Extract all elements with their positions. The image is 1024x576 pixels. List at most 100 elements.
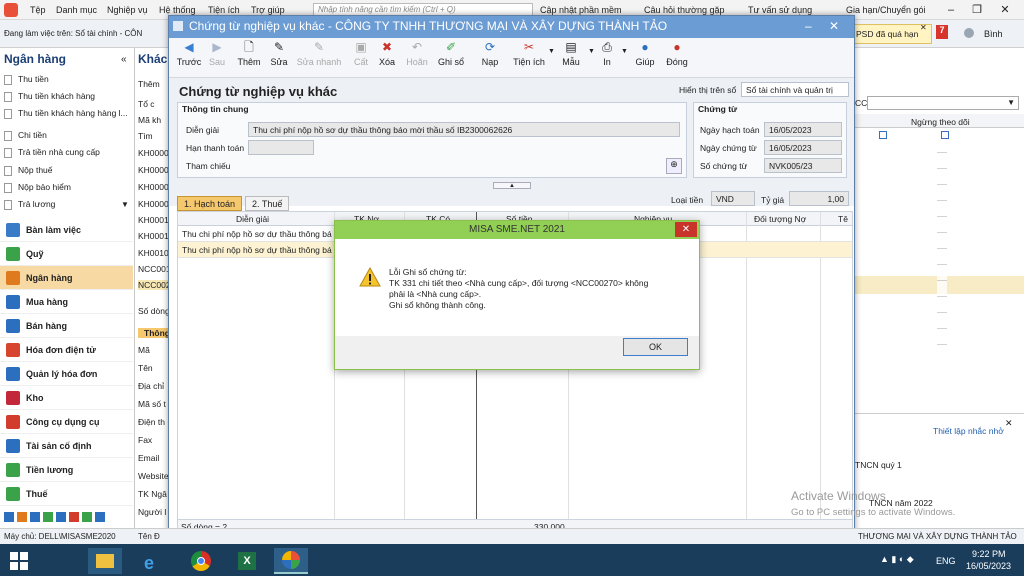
module-cash[interactable]: Quỹ — [0, 242, 133, 266]
close-notice-icon[interactable]: ✕ — [920, 23, 927, 32]
module-salary[interactable]: Tiền lương — [0, 458, 133, 482]
close-reminder-icon[interactable]: ✕ — [1005, 418, 1013, 429]
shortcut-icon[interactable] — [82, 512, 92, 522]
menu-file[interactable]: Tệp — [30, 5, 46, 15]
faq-link[interactable]: Câu hỏi thường gặp — [644, 5, 724, 15]
zoom-icon[interactable]: ⊕ — [666, 158, 682, 174]
filter-checkbox[interactable] — [879, 131, 887, 139]
list-item[interactable]: KH0001 — [138, 231, 169, 241]
excel-icon[interactable]: X — [230, 548, 264, 574]
module-purchase[interactable]: Mua hàng — [0, 290, 133, 314]
list-item[interactable]: KH0001 — [138, 215, 169, 225]
language-indicator[interactable]: ENG — [936, 556, 956, 566]
close-button[interactable]: ● Đóng — [657, 40, 697, 67]
close-icon[interactable]: ✕ — [829, 19, 839, 33]
module-tools[interactable]: Công cụ dụng cụ — [0, 410, 133, 434]
shortcut-icon[interactable] — [43, 512, 53, 522]
reminder-settings-link[interactable]: Thiết lập nhắc nhở — [933, 426, 1004, 436]
org-radio[interactable]: Tổ c — [138, 99, 155, 109]
shortcut-icon[interactable] — [17, 512, 27, 522]
tab-accounting[interactable]: 1. Hạch toán — [177, 196, 243, 211]
scroll-down-icon[interactable]: ▼ — [121, 200, 129, 209]
shortcut-icon[interactable] — [95, 512, 105, 522]
currency-select[interactable]: VND — [711, 191, 755, 206]
menu-operations[interactable]: Nghiệp vụ — [107, 5, 148, 15]
filter-checkbox[interactable] — [941, 131, 949, 139]
ledger-select[interactable]: Sổ tài chính và quản trị — [741, 82, 849, 97]
clock-time[interactable]: 9:22 PM — [972, 549, 1006, 559]
consult-link[interactable]: Tư vấn sử dụng — [748, 5, 812, 15]
reload-button[interactable]: ⟳ Nạp — [470, 40, 510, 67]
module-fixed-assets[interactable]: Tài sản cố định — [0, 434, 133, 458]
shortcut-icon[interactable] — [56, 512, 66, 522]
module-e-invoice[interactable]: Hóa đơn điện tử — [0, 338, 133, 362]
renew-link[interactable]: Gia hạn/Chuyển gói — [846, 5, 926, 15]
arrow-right-icon: ▶ — [212, 40, 222, 54]
submenu-salary[interactable]: Trả lương — [4, 199, 55, 210]
posting-date-field[interactable]: 16/05/2023 — [764, 122, 842, 137]
tray-icons[interactable]: ▲ ▮ ◐ ◆ — [880, 554, 914, 565]
template-button[interactable]: ▤ Mẫu — [551, 40, 591, 67]
module-bank[interactable]: Ngân hàng — [0, 266, 133, 290]
clock-date[interactable]: 16/05/2023 — [966, 561, 1011, 571]
submenu-customer-receipt[interactable]: Thu tiền khách hàng — [4, 91, 95, 102]
ie-icon[interactable]: e — [136, 548, 170, 574]
search-field[interactable]: Tìm — [138, 131, 153, 141]
minimize-icon[interactable]: – — [938, 0, 964, 20]
col-debit-object[interactable]: Đối tượng Nợ — [754, 214, 806, 224]
menu-catalog[interactable]: Danh mục — [56, 5, 97, 15]
collapse-form-icon[interactable]: ▲ — [493, 182, 531, 189]
menu-help[interactable]: Trợ giúp — [251, 5, 285, 15]
maximize-icon[interactable]: ❐ — [964, 0, 990, 20]
tab-tax[interactable]: 2. Thuế — [245, 196, 290, 211]
list-item[interactable]: KH0000 — [138, 165, 169, 175]
col-name[interactable]: Tê — [838, 214, 848, 224]
submenu-payment[interactable]: Chi tiền — [4, 130, 47, 141]
module-invoice-mgmt[interactable]: Quản lý hóa đơn — [0, 362, 133, 386]
list-item[interactable]: NCC001 — [138, 264, 171, 274]
close-icon[interactable]: ✕ — [675, 222, 697, 237]
file-explorer-icon[interactable] — [88, 548, 122, 574]
collapse-icon[interactable]: « — [121, 54, 127, 65]
submenu-batch-receipt[interactable]: Thu tiền khách hàng hàng l... — [4, 108, 128, 119]
chrome-icon[interactable] — [184, 548, 218, 574]
minimize-icon[interactable]: – — [805, 19, 812, 33]
list-item[interactable]: KH0000 — [138, 182, 169, 192]
menu-utilities[interactable]: Tiện ích — [208, 5, 240, 15]
submenu-tax[interactable]: Nộp thuế — [4, 165, 53, 176]
cc-dropdown[interactable]: ▼ — [867, 96, 1019, 110]
reminder-item[interactable]: TNCN quý 1 — [855, 460, 902, 470]
submenu-pay-supplier[interactable]: Trả tiền nhà cung cấp — [4, 147, 100, 158]
module-sales[interactable]: Bán hàng — [0, 314, 133, 338]
list-item[interactable]: KH0000 — [138, 199, 169, 209]
quick-edit-button[interactable]: ✎ Sửa nhanh — [291, 40, 347, 67]
submenu-receipt[interactable]: Thu tiền — [4, 74, 49, 85]
menu-system[interactable]: Hệ thống — [159, 5, 196, 15]
voucher-no-field[interactable]: NVK005/23 — [764, 158, 842, 173]
module-warehouse[interactable]: Kho — [0, 386, 133, 410]
rate-field[interactable]: 1,00 — [789, 191, 849, 206]
shortcut-icon[interactable] — [69, 512, 79, 522]
col-description[interactable]: Diễn giải — [236, 214, 269, 224]
list-item[interactable]: KH0000 — [138, 148, 169, 158]
shortcut-icon[interactable] — [30, 512, 40, 522]
shortcut-icon[interactable] — [4, 512, 14, 522]
misa-app-icon[interactable] — [274, 548, 308, 574]
submenu-insurance[interactable]: Nộp bảo hiểm — [4, 182, 71, 193]
ok-button[interactable]: OK — [623, 338, 688, 356]
list-item[interactable]: KH0010 — [138, 248, 169, 258]
voucher-date-field[interactable]: 16/05/2023 — [764, 140, 842, 155]
post-button[interactable]: ✐ Ghi sổ — [431, 40, 471, 67]
close-icon[interactable]: ✕ — [992, 0, 1018, 20]
due-date-field[interactable] — [248, 140, 314, 155]
module-tax[interactable]: Thuế — [0, 482, 133, 506]
windows-start-icon[interactable] — [10, 552, 28, 570]
user-name[interactable]: Bình — [984, 29, 1003, 39]
update-link[interactable]: Cập nhật phần mềm — [540, 5, 622, 15]
add-button[interactable]: Thêm — [138, 79, 160, 89]
utilities-button[interactable]: ✂ Tiện ích — [506, 40, 552, 67]
notification-badge[interactable]: 7 — [936, 25, 948, 39]
checkbox-column[interactable] — [937, 146, 947, 346]
module-desk[interactable]: Bàn làm việc — [0, 218, 133, 242]
description-field[interactable]: Thu chi phí nộp hồ sơ dự thầu thông báo … — [248, 122, 680, 137]
